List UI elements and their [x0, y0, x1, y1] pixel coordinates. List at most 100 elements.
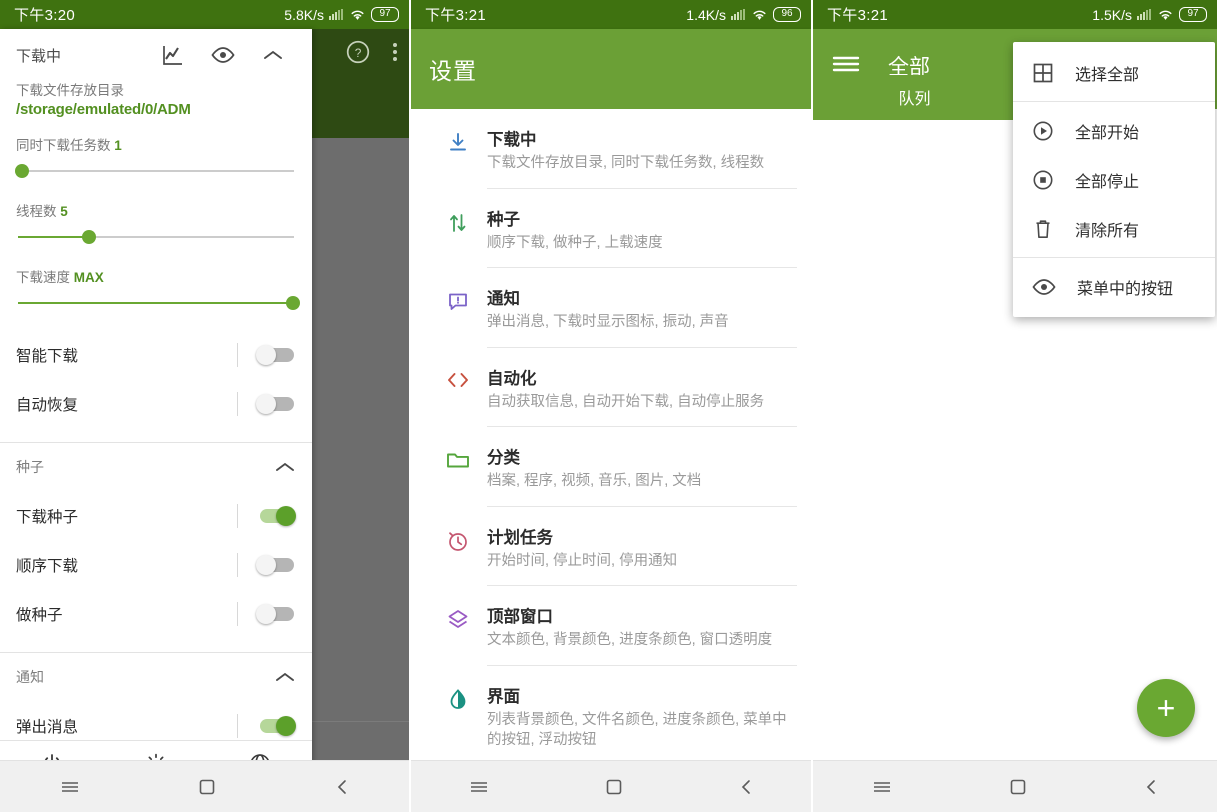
- sequential-download-row[interactable]: 顺序下载: [0, 540, 312, 589]
- menu-item-label: 全部停止: [1075, 168, 1139, 192]
- chart-icon[interactable]: [148, 43, 198, 67]
- divider: [237, 714, 238, 738]
- settings-item-body: 自动化 自动获取信息, 自动开始下载, 自动停止服务: [487, 348, 797, 428]
- home-icon[interactable]: [1009, 778, 1027, 796]
- download-dir-section[interactable]: 下载文件存放目录 /storage/emulated/0/ADM: [0, 79, 312, 118]
- settings-item-subtitle: 弹出消息, 下载时显示图标, 振动, 声音: [487, 313, 797, 333]
- download-dir-value: /storage/emulated/0/ADM: [16, 101, 296, 118]
- menu-item-label: 全部开始: [1075, 119, 1139, 143]
- settings-item-scheduler[interactable]: 计划任务 开始时间, 停止时间, 停用通知: [411, 507, 811, 587]
- settings-item-overlay-window[interactable]: 顶部窗口 文本颜色, 背景颜色, 进度条颜色, 窗口透明度: [411, 586, 811, 666]
- settings-item-body: 分类 档案, 程序, 视频, 音乐, 图片, 文档: [487, 427, 797, 507]
- threads-slider[interactable]: [16, 224, 296, 250]
- divider: [237, 392, 238, 416]
- auto-resume-label: 自动恢复: [16, 393, 78, 415]
- download-torrent-row[interactable]: 下载种子: [0, 491, 312, 540]
- concurrent-tasks-label: 同时下载任务数 1: [16, 134, 296, 154]
- play-circle-icon: [1031, 119, 1055, 143]
- contrast-drop-icon: [429, 666, 487, 760]
- settings-item-title: 分类: [487, 444, 797, 468]
- settings-item-downloading[interactable]: 下载中 下载文件存放目录, 同时下载任务数, 线程数: [411, 109, 811, 189]
- settings-list[interactable]: 下载中 下载文件存放目录, 同时下载任务数, 线程数 种子 顺序下载, 做种子,…: [411, 109, 811, 760]
- slider-value-text: 5: [60, 204, 68, 219]
- divider: [237, 602, 238, 626]
- drawer-scroll-area[interactable]: 下载中: [0, 29, 312, 740]
- back-icon[interactable]: [738, 778, 754, 796]
- settings-item-title: 下载中: [487, 126, 797, 150]
- settings-item-interface[interactable]: 界面 列表背景颜色, 文件名颜色, 进度条颜色, 菜单中的按钮, 浮动按钮: [411, 666, 811, 760]
- settings-item-torrent[interactable]: 种子 顺序下载, 做种子, 上载速度: [411, 189, 811, 269]
- status-clock: 下午3:21: [827, 4, 888, 25]
- eye-icon[interactable]: [198, 45, 248, 65]
- settings-item-automation[interactable]: 自动化 自动获取信息, 自动开始下载, 自动停止服务: [411, 348, 811, 428]
- recents-icon[interactable]: [468, 779, 490, 795]
- smart-download-toggle[interactable]: [256, 345, 296, 365]
- sequential-download-toggle-wrap: [237, 553, 296, 577]
- background-appbar-actions: ?: [345, 39, 397, 65]
- concurrent-tasks-slider[interactable]: [16, 158, 296, 184]
- divider: [237, 553, 238, 577]
- recents-icon[interactable]: [871, 779, 893, 795]
- seeding-toggle-wrap: [237, 602, 296, 626]
- help-icon[interactable]: ?: [345, 39, 371, 65]
- status-clock: 下午3:20: [14, 4, 75, 25]
- auto-resume-toggle[interactable]: [256, 394, 296, 414]
- seeding-row[interactable]: 做种子: [0, 589, 312, 638]
- menu-item-clear-all[interactable]: 清除所有: [1013, 204, 1215, 253]
- collapse-chevron-icon[interactable]: [248, 48, 298, 62]
- recents-icon[interactable]: [59, 779, 81, 795]
- download-torrent-toggle[interactable]: [256, 506, 296, 526]
- home-icon[interactable]: [605, 778, 623, 796]
- folder-icon: [429, 427, 487, 507]
- slider-knob[interactable]: [15, 164, 29, 178]
- status-indicators: 5.8K/s 97: [284, 7, 399, 23]
- popup-message-label: 弹出消息: [16, 715, 78, 737]
- battery-indicator: 97: [371, 7, 399, 22]
- slider-knob[interactable]: [286, 296, 300, 310]
- home-icon[interactable]: [198, 778, 216, 796]
- smart-download-label: 智能下载: [16, 344, 78, 366]
- wifi-icon: [751, 8, 768, 21]
- status-bar-2: 下午3:21 1.4K/s 96: [411, 0, 811, 29]
- collapse-chevron-icon[interactable]: [274, 460, 296, 474]
- sequential-download-toggle[interactable]: [256, 555, 296, 575]
- settings-item-notification[interactable]: 通知 弹出消息, 下载时显示图标, 振动, 声音: [411, 268, 811, 348]
- network-speed: 1.4K/s: [686, 7, 726, 23]
- menu-item-buttons-in-menu[interactable]: 菜单中的按钮: [1013, 262, 1215, 311]
- collapse-chevron-icon[interactable]: [274, 670, 296, 684]
- notification-group-header[interactable]: 通知: [0, 653, 312, 701]
- seed-group-header[interactable]: 种子: [0, 443, 312, 491]
- tab-queue[interactable]: 队列: [813, 75, 1016, 109]
- stop-circle-icon: [1031, 168, 1055, 192]
- back-icon[interactable]: [1143, 778, 1159, 796]
- back-icon[interactable]: [334, 778, 350, 796]
- menu-item-stop-all[interactable]: 全部停止: [1013, 155, 1215, 204]
- seeding-toggle[interactable]: [256, 604, 296, 624]
- menu-item-select-all[interactable]: 选择全部: [1013, 48, 1215, 97]
- status-clock: 下午3:21: [425, 4, 486, 25]
- menu-item-start-all[interactable]: 全部开始: [1013, 106, 1215, 155]
- page-title: 设置: [429, 52, 477, 86]
- battery-indicator: 96: [773, 7, 801, 22]
- popup-message-row[interactable]: 弹出消息: [0, 701, 312, 740]
- settings-item-title: 通知: [487, 285, 797, 309]
- menu-separator: [1013, 101, 1215, 102]
- slider-value-text: 1: [114, 138, 122, 153]
- smart-download-toggle-wrap: [237, 343, 296, 367]
- slider-label-text: 线程数: [16, 204, 57, 219]
- status-bar-3: 下午3:21 1.5K/s 97: [813, 0, 1217, 29]
- status-bar-1: 下午3:20 5.8K/s 97: [0, 0, 409, 29]
- settings-item-title: 种子: [487, 206, 797, 230]
- slider-knob[interactable]: [82, 230, 96, 244]
- settings-item-body: 种子 顺序下载, 做种子, 上载速度: [487, 189, 797, 269]
- popup-message-toggle[interactable]: [256, 716, 296, 736]
- auto-resume-row[interactable]: 自动恢复: [0, 379, 312, 428]
- speed-slider[interactable]: [16, 290, 296, 316]
- download-dir-label: 下载文件存放目录: [16, 79, 296, 99]
- settings-item-categories[interactable]: 分类 档案, 程序, 视频, 音乐, 图片, 文档: [411, 427, 811, 507]
- overflow-menu-icon[interactable]: [393, 43, 397, 61]
- download-icon: [429, 109, 487, 189]
- status-indicators: 1.5K/s 97: [1092, 7, 1207, 23]
- smart-download-row[interactable]: 智能下载: [0, 330, 312, 379]
- add-download-fab[interactable]: +: [1137, 679, 1195, 737]
